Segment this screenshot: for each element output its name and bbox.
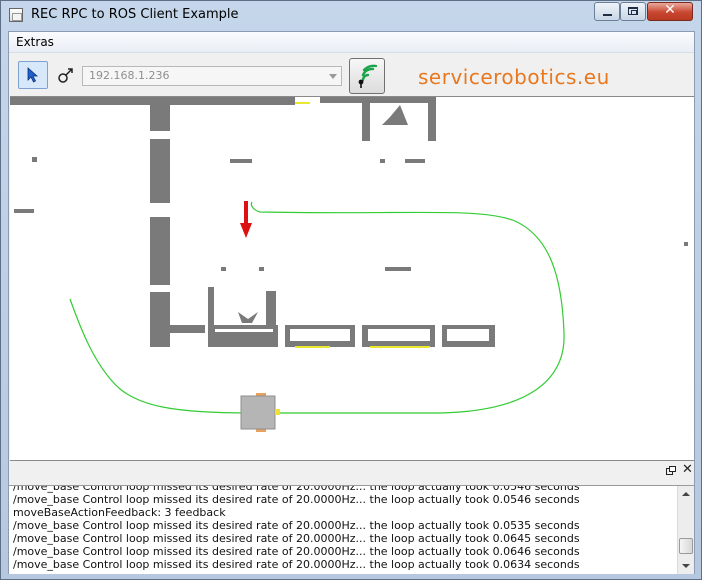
ip-address-value: 192.168.1.236 [89,69,170,82]
goal-arrow [240,201,252,238]
client-area: Extras 192.168.1.236 servicerobotics.eu … [8,31,695,574]
app-window: REC RPC to ROS Client Example ✕ Extras 1… [0,0,702,580]
maximize-button[interactable] [620,2,646,21]
select-pointer-icon [27,67,39,83]
wifi-signal-icon [358,64,378,88]
log-line: /move_base Control loop missed its desir… [13,545,580,558]
log-output[interactable]: /move_base Control loop missed its desir… [9,485,694,574]
log-line: /move_base Control loop missed its desir… [13,558,580,571]
brand-logo-text: servicerobotics.eu [418,65,610,89]
scroll-thumb[interactable] [679,538,693,554]
connection-button[interactable] [349,58,385,94]
log-lines: /move_base Control loop missed its desir… [13,485,673,571]
ip-address-combobox[interactable]: 192.168.1.236 [82,66,342,86]
dock-float-icon[interactable] [666,466,676,475]
title-bar[interactable]: REC RPC to ROS Client Example ✕ [1,1,701,31]
map-view[interactable] [10,96,694,461]
toolbar: 192.168.1.236 servicerobotics.eu [9,52,694,121]
log-line: /move_base Control loop missed its desir… [13,532,580,545]
window-title: REC RPC to ROS Client Example [31,7,239,22]
log-line: /move_base Control loop missed its desir… [13,485,580,493]
menu-extras[interactable]: Extras [16,35,54,49]
planned-path [69,201,565,414]
log-scrollbar[interactable] [677,486,694,574]
connect-pointer-icon [58,68,73,83]
scroll-up-icon[interactable] [679,487,693,501]
log-dock: ✕ /move_base Control loop missed its des… [9,461,694,574]
connect-tool-button[interactable] [56,65,76,85]
log-line: /move_base Control loop missed its desir… [13,493,580,506]
chevron-down-icon[interactable] [329,74,337,79]
dock-close-icon[interactable]: ✕ [682,462,693,477]
minimize-icon [603,14,612,16]
minimize-button[interactable] [594,2,620,21]
table-obstacle [238,312,258,323]
map-walls [10,97,688,347]
maximize-icon [628,7,638,15]
menu-bar: Extras [9,32,694,52]
robot-marker [240,393,280,432]
app-icon [9,8,23,22]
close-icon: ✕ [664,2,676,18]
close-button[interactable]: ✕ [647,2,693,21]
occupancy-map[interactable] [10,97,694,460]
scroll-down-icon[interactable] [679,559,693,573]
log-line: /move_base Control loop missed its desir… [13,519,580,532]
select-tool-button[interactable] [18,61,48,89]
log-line: moveBaseActionFeedback: 3 feedback [13,506,226,519]
